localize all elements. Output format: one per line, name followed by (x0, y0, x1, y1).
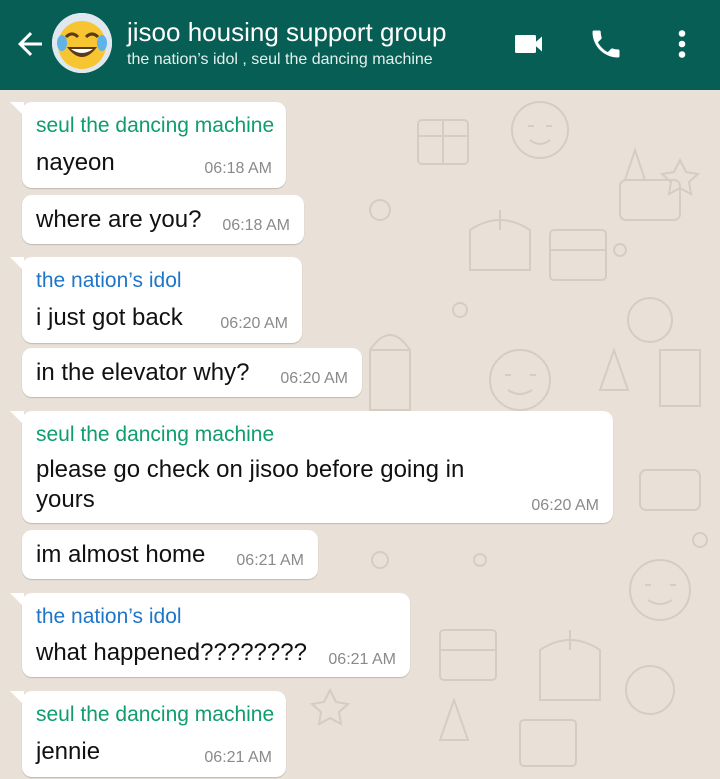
message-sender: seul the dancing machine (36, 703, 275, 726)
message-sender: the nation’s idol (36, 605, 182, 628)
message-time: 06:18 AM (204, 160, 272, 177)
message-text: what happened???????? (36, 639, 307, 666)
group-members[interactable]: the nation’s idol , seul the dancing mac… (127, 51, 433, 69)
message-text: jennie (36, 738, 101, 765)
group-avatar[interactable] (52, 13, 112, 73)
message-bubble[interactable]: im almost home 06:21 AM (22, 530, 318, 579)
back-arrow-icon[interactable] (12, 26, 48, 62)
message-text: i just got back (36, 304, 183, 331)
message-bubble[interactable]: where are you? 06:18 AM (22, 195, 304, 244)
message-bubble[interactable]: seul the dancing machine please go check… (10, 411, 613, 523)
more-options-icon[interactable] (664, 26, 700, 62)
message-time: 06:21 AM (236, 552, 304, 569)
message-time: 06:20 AM (280, 370, 348, 387)
message-bubble[interactable]: the nation’s idol what happened???????? … (10, 593, 410, 677)
message-text: im almost home (36, 541, 206, 568)
message-bubble[interactable]: seul the dancing machine jennie 06:21 AM (10, 691, 286, 777)
message-bubble[interactable]: in the elevator why? 06:20 AM (22, 348, 362, 397)
group-title[interactable]: jisoo housing support group (127, 17, 446, 48)
message-text: nayeon (36, 149, 115, 176)
message-bubble[interactable]: seul the dancing machine nayeon 06:18 AM (10, 102, 286, 188)
message-text: in the elevator why? (36, 359, 250, 386)
message-sender: the nation’s idol (36, 269, 182, 292)
message-text: where are you? (36, 206, 202, 233)
laughing-emoji-icon (52, 13, 112, 73)
message-time: 06:21 AM (328, 651, 396, 668)
message-sender: seul the dancing machine (36, 423, 275, 446)
message-time: 06:20 AM (531, 497, 599, 514)
message-text: please go check on jisoo before going in… (36, 456, 465, 513)
message-time: 06:21 AM (204, 749, 272, 766)
video-call-icon[interactable] (512, 26, 548, 62)
message-time: 06:20 AM (220, 315, 288, 332)
message-time: 06:18 AM (222, 217, 290, 234)
voice-call-icon[interactable] (588, 26, 624, 62)
chat-header: jisoo housing support group the nation’s… (0, 0, 720, 90)
message-bubble[interactable]: the nation’s idol i just got back 06:20 … (10, 257, 302, 343)
message-list[interactable]: seul the dancing machine nayeon 06:18 AM… (0, 90, 720, 779)
message-sender: seul the dancing machine (36, 114, 275, 137)
